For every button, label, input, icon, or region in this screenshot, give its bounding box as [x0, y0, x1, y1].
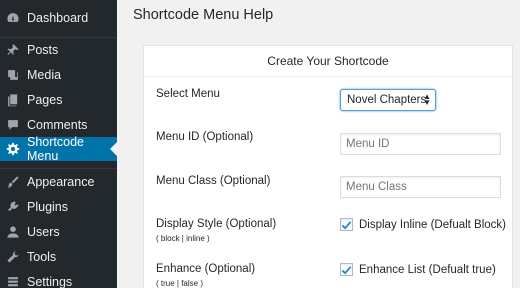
menu-id-input[interactable]: Menu ID: [340, 133, 501, 155]
pages-icon: [6, 93, 20, 107]
display-style-hint: ( block | inline ): [156, 234, 210, 243]
sidebar-item-appearance[interactable]: Appearance: [0, 170, 117, 194]
admin-sidebar: Dashboard Posts Media Pages Comments Sho…: [0, 0, 117, 288]
display-style-label: Display Style (Optional): [156, 218, 277, 230]
sidebar-item-label: Shortcode Menu: [27, 135, 84, 163]
enhance-list-checkbox[interactable]: [340, 263, 353, 276]
brush-icon: [6, 175, 20, 189]
select-menu-label: Select Menu: [156, 88, 220, 100]
users-icon: [6, 225, 20, 239]
shortcode-panel: Create Your Shortcode Select Menu Novel …: [143, 45, 513, 288]
sidebar-item-comments[interactable]: Comments: [0, 113, 117, 137]
sidebar-item-settings[interactable]: Settings: [0, 270, 117, 288]
sidebar-item-label: Media: [27, 68, 62, 82]
sidebar-item-media[interactable]: Media: [0, 63, 117, 87]
select-arrows-icon: ▲ ▼: [423, 92, 431, 107]
display-inline-label: Display Inline (Defualt Block): [359, 218, 507, 231]
page-title: Shortcode Menu Help: [133, 7, 274, 23]
pin-icon: [6, 43, 20, 57]
media-icon: [6, 68, 20, 82]
comments-icon: [6, 118, 20, 132]
menu-id-label: Menu ID (Optional): [156, 131, 254, 143]
sidebar-item-label: Appearance: [27, 175, 95, 189]
sidebar-item-users[interactable]: Users: [0, 220, 117, 244]
sidebar-item-tools[interactable]: Tools: [0, 245, 117, 269]
enhance-label: Enhance (Optional): [156, 263, 256, 275]
sidebar-separator: [0, 168, 117, 169]
sidebar-item-label: Tools: [27, 250, 57, 264]
sidebar-item-pages[interactable]: Pages: [0, 88, 117, 112]
panel-title: Create Your Shortcode: [144, 46, 512, 77]
sidebar-item-dashboard[interactable]: Dashboard: [0, 6, 117, 30]
enhance-list-option[interactable]: Enhance List (Defualt true): [340, 263, 496, 276]
display-inline-option[interactable]: Display Inline (Defualt Block): [340, 218, 506, 231]
sidebar-item-label: Pages: [27, 93, 63, 107]
sidebar-item-label: Users: [27, 225, 60, 239]
dashboard-icon: [6, 11, 20, 25]
wrench-icon: [6, 250, 20, 264]
gear-icon: [6, 142, 20, 156]
plugin-icon: [6, 200, 20, 214]
enhance-list-label: Enhance List (Defualt true): [359, 263, 496, 276]
sidebar-item-label: Dashboard: [27, 11, 89, 25]
display-inline-checkbox[interactable]: [340, 218, 353, 231]
menu-class-input[interactable]: Menu Class: [340, 176, 501, 198]
checkmark-icon: [341, 220, 352, 230]
menu-class-label: Menu Class (Optional): [156, 175, 271, 187]
enhance-hint: ( true | false ): [156, 279, 203, 288]
settings-icon: [6, 275, 20, 288]
menu-select-value: Novel Chapters: [347, 94, 427, 106]
menu-select[interactable]: Novel Chapters ▲ ▼: [340, 89, 436, 111]
sidebar-item-label: Settings: [27, 275, 73, 288]
sidebar-item-label: Comments: [27, 118, 88, 132]
checkmark-icon: [341, 265, 352, 275]
sidebar-item-posts[interactable]: Posts: [0, 38, 117, 62]
sidebar-item-label: Posts: [27, 43, 59, 57]
sidebar-item-plugins[interactable]: Plugins: [0, 195, 117, 219]
sidebar-item-label: Plugins: [27, 200, 68, 214]
sidebar-item-shortcode-menu[interactable]: Shortcode Menu: [0, 135, 117, 163]
